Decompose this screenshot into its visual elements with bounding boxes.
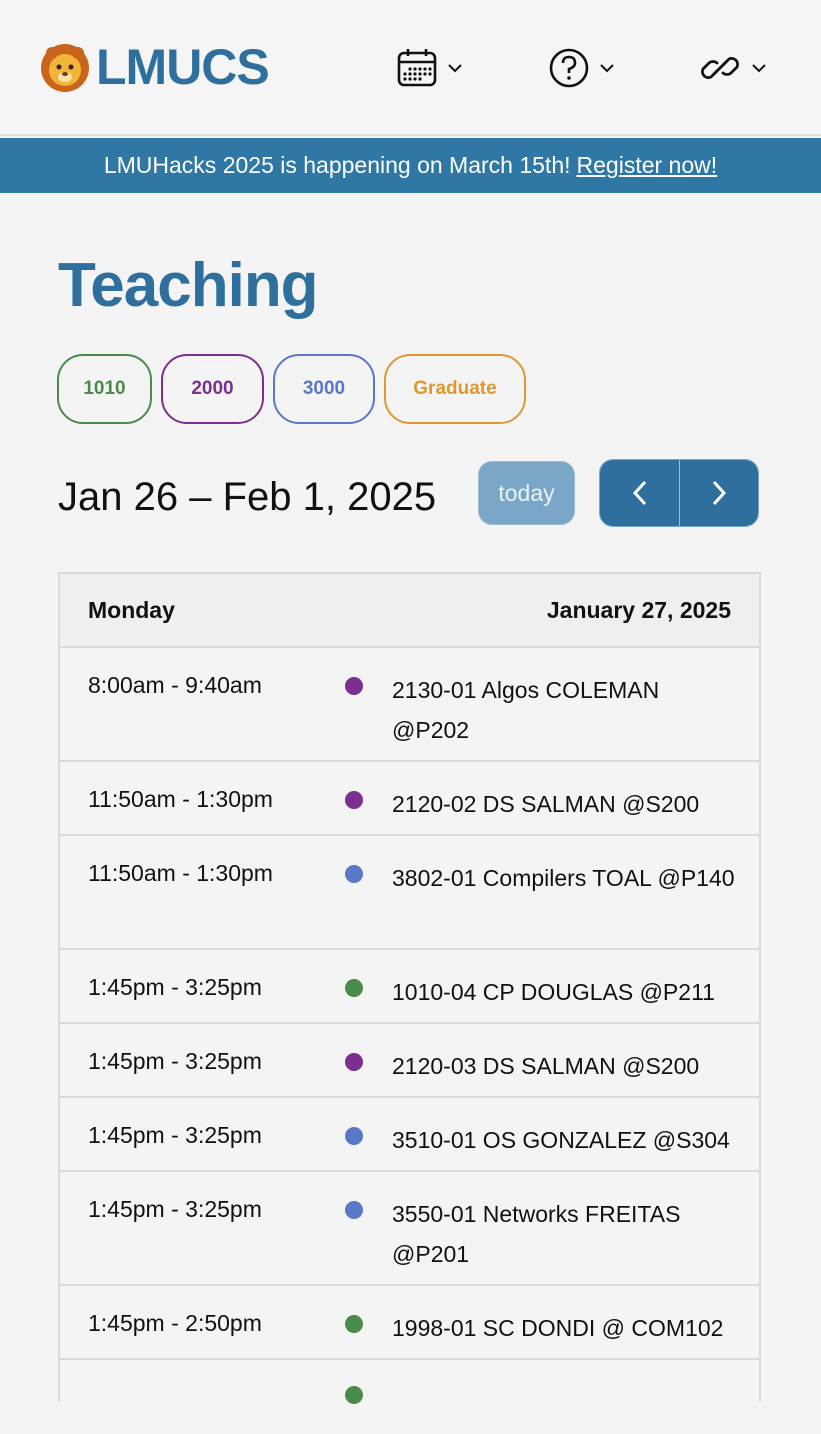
calendar-icon	[397, 49, 437, 87]
event-title: 3802-01 Compilers TOAL @P140	[392, 865, 735, 891]
day-name: Monday	[88, 596, 175, 623]
help-circle-icon	[549, 48, 589, 88]
event-row[interactable]: 1:45pm - 3:25pm 3510-01 OS GONZALEZ @S30…	[60, 1098, 759, 1172]
next-week-button[interactable]	[679, 460, 758, 526]
chevron-left-icon	[632, 480, 646, 506]
event-title: 2120-02 DS SALMAN @S200	[392, 791, 700, 817]
event-title: 1010-04 CP DOUGLAS @P211	[392, 979, 715, 1005]
announcement-banner: LMUHacks 2025 is happening on March 15th…	[0, 138, 821, 193]
banner-text: LMUHacks 2025 is happening on March 15th…	[103, 152, 571, 178]
event-color-dot	[345, 791, 363, 809]
event-time: 1:45pm - 3:25pm	[88, 1048, 262, 1074]
event-row[interactable]: 11:50am - 1:30pm 2120-02 DS SALMAN @S200	[60, 762, 759, 836]
filter-3000-button[interactable]: 3000	[273, 354, 375, 424]
chevron-down-icon	[448, 64, 462, 73]
event-title: 2120-03 DS SALMAN @S200	[392, 1053, 700, 1079]
event-time: 1:45pm - 2:50pm	[88, 1310, 262, 1336]
event-time: 11:50am - 1:30pm	[88, 860, 273, 886]
links-menu-button[interactable]	[698, 44, 766, 92]
event-title: 2130-01 Algos COLEMAN @P202	[392, 677, 660, 743]
day-header: Monday January 27, 2025	[60, 574, 759, 648]
event-title: 3510-01 OS GONZALEZ @S304	[392, 1127, 730, 1153]
event-color-dot	[345, 677, 363, 695]
site-logo[interactable]: LMUCS	[40, 39, 270, 95]
event-color-dot	[345, 1127, 363, 1145]
event-color-dot	[345, 1053, 363, 1071]
register-link[interactable]: Register now!	[577, 152, 718, 179]
event-row[interactable]	[60, 1360, 759, 1434]
event-color-dot	[345, 979, 363, 997]
filter-2000-button[interactable]: 2000	[161, 354, 264, 424]
event-color-dot	[345, 1315, 363, 1333]
site-brand: LMUCS	[96, 39, 270, 95]
calendar-menu-button[interactable]	[396, 44, 462, 92]
day-date: January 27, 2025	[546, 596, 731, 623]
week-nav-group	[599, 459, 759, 527]
chevron-down-icon	[600, 64, 614, 73]
previous-week-button[interactable]	[600, 460, 679, 526]
event-row[interactable]: 1:45pm - 3:25pm 3550-01 Networks FREITAS…	[60, 1172, 759, 1286]
event-title: 3550-01 Networks FREITAS @P201	[392, 1201, 681, 1267]
event-row[interactable]: 1:45pm - 3:25pm 2120-03 DS SALMAN @S200	[60, 1024, 759, 1098]
event-time: 8:00am - 9:40am	[88, 672, 262, 698]
page-title: Teaching	[58, 251, 319, 320]
lion-logo-icon	[41, 44, 89, 92]
event-row[interactable]: 8:00am - 9:40am 2130-01 Algos COLEMAN @P…	[60, 648, 759, 762]
event-color-dot	[345, 1201, 363, 1219]
chevron-down-icon	[752, 64, 766, 73]
schedule-list: Monday January 27, 2025 8:00am - 9:40am …	[58, 572, 761, 1404]
event-row[interactable]: 1:45pm - 2:50pm 1998-01 SC DONDI @ COM10…	[60, 1286, 759, 1360]
filter-graduate-button[interactable]: Graduate	[384, 354, 526, 424]
event-time: 11:50am - 1:30pm	[88, 786, 273, 812]
event-row[interactable]: 11:50am - 1:30pm 3802-01 Compilers TOAL …	[60, 836, 759, 950]
event-color-dot	[345, 1386, 363, 1404]
event-title: 1998-01 SC DONDI @ COM102	[392, 1315, 724, 1341]
event-time: 1:45pm - 3:25pm	[88, 1196, 262, 1222]
event-color-dot	[345, 865, 363, 883]
site-header: LMUCS	[0, 0, 821, 136]
help-menu-button[interactable]	[548, 44, 614, 92]
date-range-title: Jan 26 – Feb 1, 2025	[58, 475, 437, 519]
event-row[interactable]: 1:45pm - 3:25pm 1010-04 CP DOUGLAS @P211	[60, 950, 759, 1024]
event-time: 1:45pm - 3:25pm	[88, 974, 262, 1000]
today-button[interactable]: today	[478, 461, 575, 525]
chevron-right-icon	[712, 480, 727, 506]
event-time: 1:45pm - 3:25pm	[88, 1122, 262, 1148]
filter-1010-button[interactable]: 1010	[57, 354, 152, 424]
link-icon	[701, 57, 739, 79]
